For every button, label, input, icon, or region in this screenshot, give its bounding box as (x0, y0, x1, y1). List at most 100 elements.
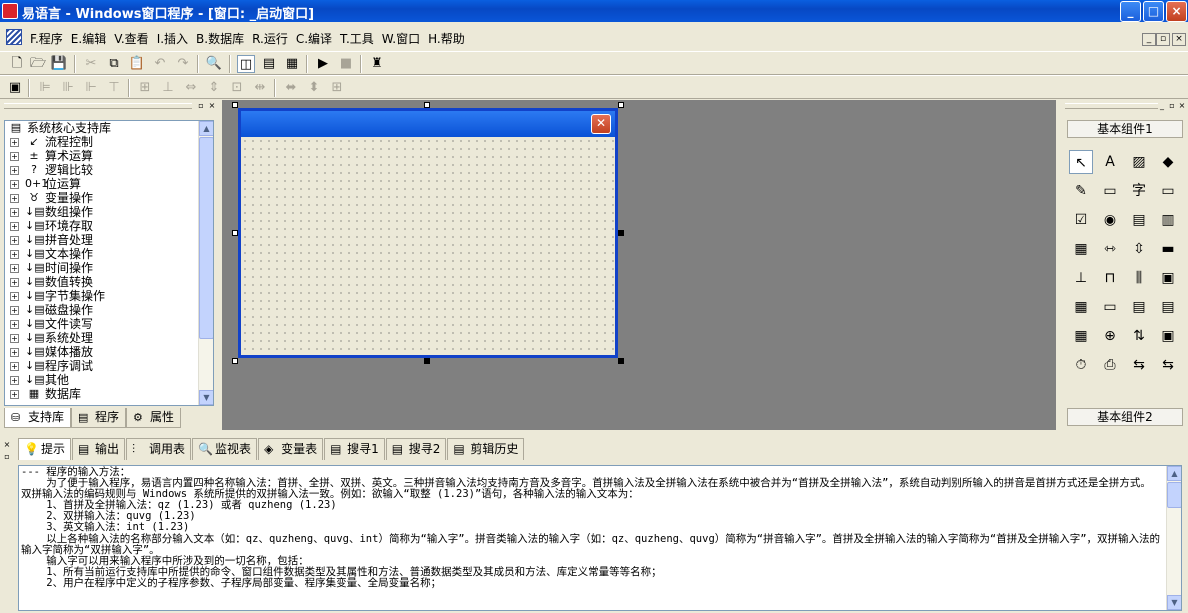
tree-item[interactable]: + ↓▤ 环境存取 (5, 219, 213, 233)
basic-components-2-button[interactable]: 基本组件2 (1067, 408, 1183, 426)
menu-run[interactable]: R.运行 (248, 30, 292, 47)
textbox-icon[interactable]: 字 (1127, 179, 1151, 203)
document-icon[interactable]: ▤ (1156, 295, 1180, 319)
expand-icon[interactable]: + (10, 376, 19, 385)
copy-icon[interactable]: ⧉ (105, 55, 123, 73)
tree-item[interactable]: + ↓▤ 文件读写 (5, 317, 213, 331)
resize-handle[interactable] (618, 102, 624, 108)
layout-2-icon[interactable]: ▤ (260, 55, 278, 73)
save-icon[interactable]: 💾 (50, 55, 68, 73)
tab-icon[interactable]: ⊓ (1098, 266, 1122, 290)
tree-item[interactable]: +? 逻辑比较 (5, 163, 213, 177)
inspect-icon[interactable]: ♜ (368, 55, 386, 73)
same-width-icon[interactable]: ⇔ (182, 79, 200, 97)
resize-handle[interactable] (232, 230, 238, 236)
scroll-thumb[interactable] (1167, 482, 1181, 508)
tab-program[interactable]: ▤ 程序 (71, 408, 127, 428)
minimize-button[interactable]: _ (1120, 1, 1141, 22)
maximize-button[interactable]: □ (1143, 1, 1164, 22)
mdi-close-button[interactable]: × (1172, 33, 1186, 46)
tab-hint[interactable]: 💡 提示 (18, 438, 72, 460)
panel-close-icon[interactable]: × (207, 101, 217, 111)
design-area[interactable]: ✕ (222, 100, 1056, 430)
layout-3-icon[interactable]: ▦ (283, 55, 301, 73)
panel-close-icon[interactable]: × (1177, 101, 1187, 111)
undo-icon[interactable]: ↶ (151, 55, 169, 73)
resize-handle[interactable] (618, 358, 624, 364)
picture-icon[interactable]: ▨ (1127, 150, 1151, 174)
menu-view[interactable]: V.查看 (110, 30, 152, 47)
tree-item[interactable]: + ↓▤ 拼音处理 (5, 233, 213, 247)
printer-icon[interactable]: ⎙ (1098, 353, 1122, 377)
paste-icon[interactable]: 📋 (128, 55, 146, 73)
timer-icon[interactable]: ⏱ (1069, 353, 1093, 377)
basic-components-1-button[interactable]: 基本组件1 (1067, 120, 1183, 138)
tree-item[interactable]: + ↓▤ 系统处理 (5, 331, 213, 345)
menu-help[interactable]: H.帮助 (424, 30, 469, 47)
hspace-icon[interactable]: ⇹ (251, 79, 269, 97)
shape-icon[interactable]: ◆ (1156, 150, 1180, 174)
expand-icon[interactable]: + (10, 208, 19, 217)
hint-text-area[interactable]: --- 程序的输入方法： 为了便于输入程序，易语言内置四种名称输入法：首拼、全拼… (18, 465, 1182, 611)
layout-1-icon[interactable]: ◫ (237, 55, 255, 73)
expand-icon[interactable]: + (10, 264, 19, 273)
gif-icon[interactable]: ▤ (1127, 295, 1151, 319)
menu-insert[interactable]: I.插入 (153, 30, 192, 47)
redo-icon[interactable]: ↷ (174, 55, 192, 73)
expand-icon[interactable]: + (10, 222, 19, 231)
run-icon[interactable]: ▶ (314, 55, 332, 73)
stop-icon[interactable]: ■ (337, 55, 355, 73)
tree-item[interactable]: + ↓▤ 媒体播放 (5, 345, 213, 359)
drag-grip[interactable] (4, 103, 192, 109)
menu-edit[interactable]: E.编辑 (67, 30, 110, 47)
align-right-icon[interactable]: ⊩ (82, 79, 100, 97)
same-size-icon[interactable]: ⊡ (228, 79, 246, 97)
expand-icon[interactable]: + (10, 250, 19, 259)
scroll-up-icon[interactable]: ▲ (1167, 466, 1181, 481)
mdi-minimize-button[interactable]: _ (1142, 33, 1156, 46)
drawbox-icon[interactable]: ✎ (1069, 179, 1093, 203)
form-client-area[interactable] (241, 137, 615, 355)
align-left-icon[interactable]: ⊫ (36, 79, 54, 97)
resize-handle[interactable] (232, 358, 238, 364)
table-icon[interactable]: ▦ (1069, 295, 1093, 319)
label-icon[interactable]: A (1098, 150, 1122, 174)
form-close-icon[interactable]: ✕ (591, 114, 611, 134)
progress-icon[interactable]: ▬ (1156, 237, 1180, 261)
button-icon[interactable]: ▭ (1156, 179, 1180, 203)
frame-icon[interactable]: ▣ (1156, 266, 1180, 290)
tab-watch[interactable]: 🔍 监视表 (192, 438, 258, 460)
menu-window[interactable]: W.窗口 (378, 30, 424, 47)
cut-icon[interactable]: ✂ (82, 55, 100, 73)
resize-handle[interactable] (232, 102, 238, 108)
expand-icon[interactable]: + (10, 180, 19, 189)
tab-variables[interactable]: ◈ 变量表 (258, 438, 324, 460)
resize-handle[interactable] (424, 102, 430, 108)
expand-icon[interactable]: + (10, 348, 19, 357)
document-icon[interactable] (6, 29, 22, 45)
tree-item[interactable]: + ± 算术运算 (5, 149, 213, 163)
scroll-down-icon[interactable]: ▼ (199, 390, 213, 405)
align-center-icon[interactable]: ⊪ (59, 79, 77, 97)
updown-icon[interactable]: ⇅ (1127, 324, 1151, 348)
center-v-icon[interactable]: ⬍ (305, 79, 323, 97)
network-icon[interactable]: ⊕ (1098, 324, 1122, 348)
expand-icon[interactable]: + (10, 334, 19, 343)
expand-icon[interactable]: + (10, 306, 19, 315)
center-h-icon[interactable]: ⬌ (282, 79, 300, 97)
tree-item[interactable]: + ♉ 变量操作 (5, 191, 213, 205)
align-middle-icon[interactable]: ⊞ (136, 79, 154, 97)
slider-icon[interactable]: ⊥ (1069, 266, 1093, 290)
tab-output[interactable]: ▤ 输出 (72, 438, 126, 460)
resize-handle[interactable] (424, 358, 430, 364)
expand-icon[interactable]: + (10, 278, 19, 287)
toolbar-icon[interactable]: ⫼ (1127, 266, 1151, 290)
tab-call-stack[interactable]: ⫶ 调用表 (126, 438, 192, 460)
tab-library[interactable]: ⛁ 支持库 (4, 408, 72, 428)
vscroll-icon[interactable]: ⇳ (1127, 237, 1151, 261)
form-icon[interactable]: ▣ (6, 79, 24, 97)
expand-icon[interactable]: + (10, 166, 19, 175)
startup-window-form[interactable]: ✕ (238, 108, 618, 358)
tree-item[interactable]: + ↓▤ 其他 (5, 373, 213, 387)
tree-item[interactable]: +0+1 位运算 (5, 177, 213, 191)
